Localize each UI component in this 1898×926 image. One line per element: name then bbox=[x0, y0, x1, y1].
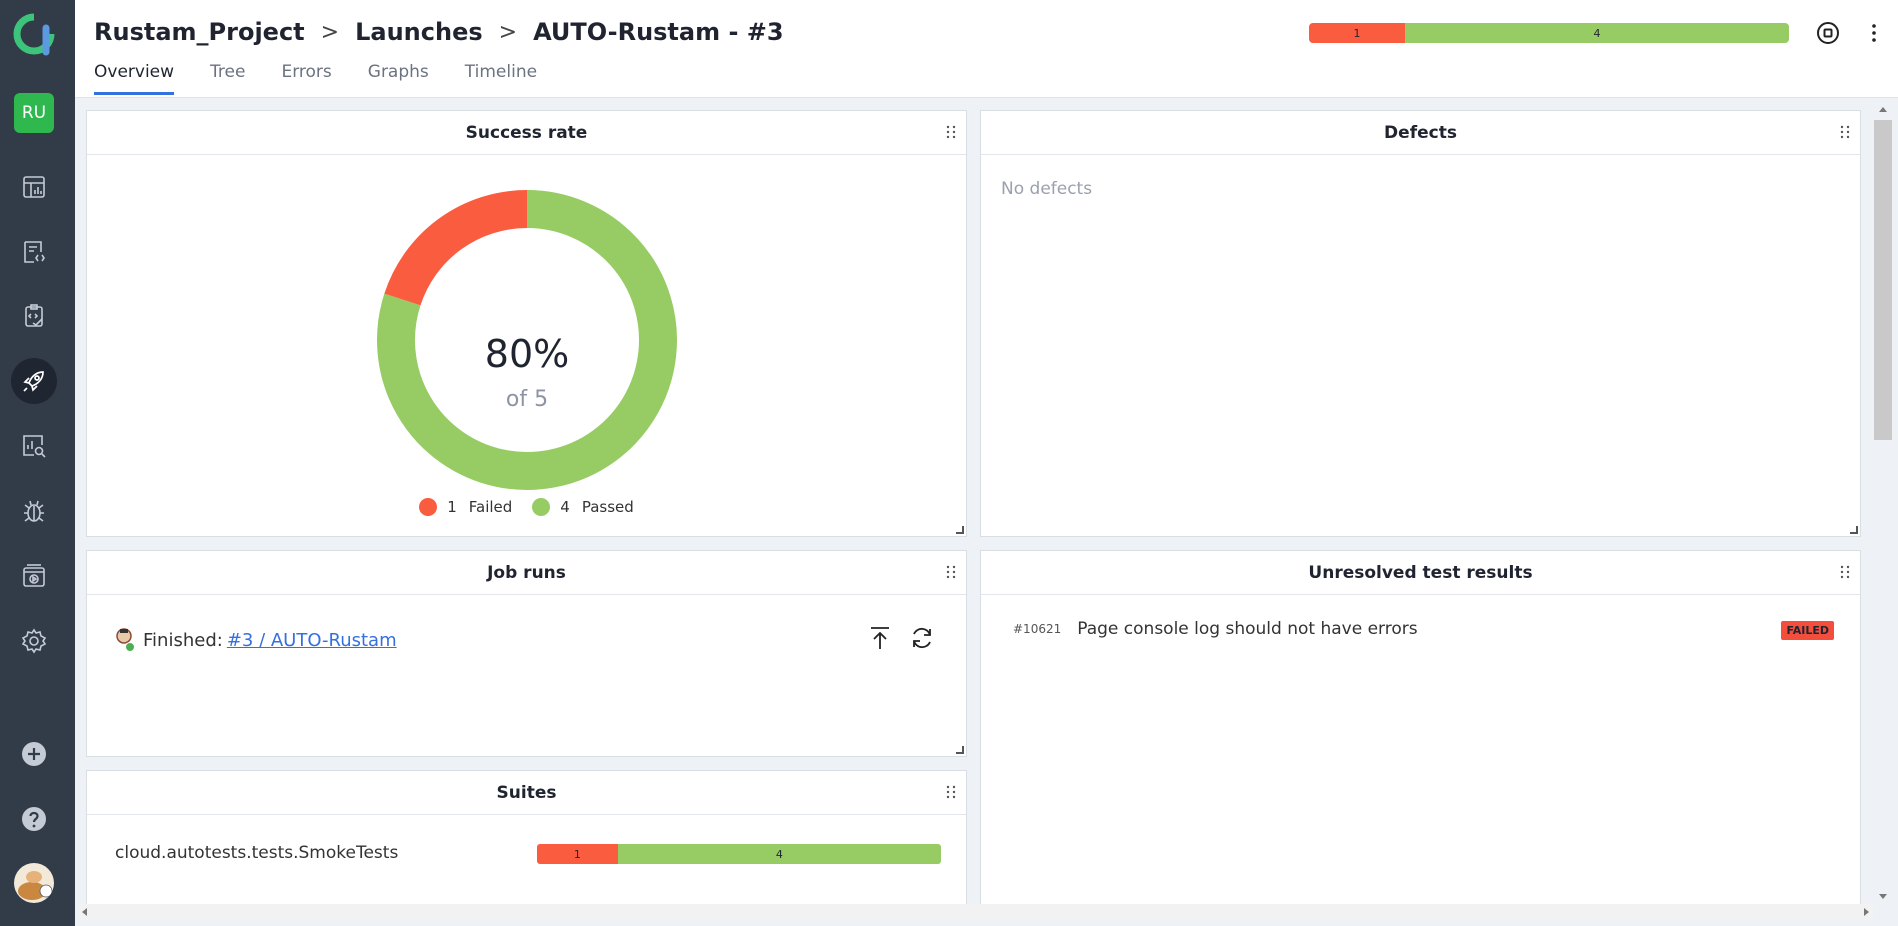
resize-handle[interactable] bbox=[1850, 526, 1858, 534]
widget-title: Unresolved test results bbox=[981, 551, 1860, 595]
widget-suites: Suites cloud.autotests.tests.SmokeTests … bbox=[86, 770, 967, 910]
status-badge: FAILED bbox=[1781, 621, 1834, 640]
nav-analytics[interactable] bbox=[11, 423, 57, 469]
widget-title-text: Unresolved test results bbox=[1308, 562, 1533, 583]
legend-item-failed[interactable]: 1 Failed bbox=[419, 498, 512, 516]
tab-graphs[interactable]: Graphs bbox=[368, 62, 429, 95]
breadcrumb-project[interactable]: Rustam_Project bbox=[94, 18, 305, 46]
nav-settings[interactable] bbox=[11, 618, 57, 664]
widget-title: Job runs bbox=[87, 551, 966, 595]
project-avatar[interactable]: RU bbox=[14, 93, 54, 133]
nav-dashboards[interactable] bbox=[11, 164, 57, 210]
no-defects-text: No defects bbox=[1001, 179, 1093, 199]
nav-test-cases[interactable] bbox=[11, 229, 57, 275]
jobs-icon bbox=[23, 564, 45, 587]
nav-launches[interactable] bbox=[11, 358, 57, 404]
test-cases-icon bbox=[24, 241, 45, 263]
drag-handle-icon[interactable] bbox=[946, 565, 956, 579]
scrollbar-thumb[interactable] bbox=[1874, 120, 1892, 440]
legend-label: Passed bbox=[581, 498, 634, 516]
allure-logo-icon[interactable] bbox=[12, 12, 56, 56]
donut-slice-failed[interactable] bbox=[384, 190, 528, 306]
drag-handle-icon[interactable] bbox=[1840, 125, 1850, 139]
user-avatar[interactable] bbox=[14, 863, 54, 903]
refresh-icon[interactable] bbox=[909, 625, 935, 651]
widget-title: Success rate bbox=[87, 111, 966, 155]
success-rate-total: of 5 bbox=[506, 387, 548, 412]
defects-icon bbox=[24, 500, 44, 522]
tab-bar: Overview Tree Errors Graphs Timeline bbox=[94, 62, 573, 95]
legend-label: Failed bbox=[468, 498, 513, 516]
nav-defects[interactable] bbox=[11, 488, 57, 534]
settings-icon bbox=[21, 628, 47, 654]
tab-errors[interactable]: Errors bbox=[281, 62, 331, 95]
widget-title-text: Defects bbox=[1384, 122, 1457, 143]
page-header: Rustam_Project > Launches > AUTO-Rustam … bbox=[75, 0, 1898, 98]
legend-item-passed[interactable]: 4 Passed bbox=[532, 498, 634, 516]
upload-icon[interactable] bbox=[867, 625, 893, 651]
drag-handle-icon[interactable] bbox=[946, 125, 956, 139]
job-run-status: Finished: bbox=[143, 629, 223, 651]
widget-title-text: Suites bbox=[496, 782, 557, 803]
tab-tree[interactable]: Tree bbox=[210, 62, 245, 95]
widget-defects: Defects No defects bbox=[980, 110, 1861, 537]
status-bar-failed: 1 bbox=[1309, 23, 1405, 43]
launches-icon bbox=[23, 371, 44, 392]
suite-status-bar[interactable]: 1 4 bbox=[537, 844, 941, 864]
breadcrumb: Rustam_Project > Launches > AUTO-Rustam … bbox=[94, 18, 784, 46]
suite-name[interactable]: cloud.autotests.tests.SmokeTests bbox=[115, 843, 398, 863]
dashboard-icon bbox=[23, 176, 45, 198]
launch-status-bar[interactable]: 1 4 bbox=[1309, 23, 1789, 43]
legend-count: 4 bbox=[560, 498, 570, 516]
widget-title-text: Job runs bbox=[487, 562, 566, 583]
hscroll-arrows-icon bbox=[82, 908, 1869, 916]
jenkins-icon bbox=[116, 628, 135, 652]
test-name: Page console log should not have errors bbox=[1077, 619, 1418, 639]
chart-legend: 1 Failed 4 Passed bbox=[87, 498, 966, 516]
job-run-link[interactable]: #3 / AUTO-Rustam bbox=[227, 630, 397, 651]
more-menu-button[interactable] bbox=[1861, 20, 1887, 46]
breadcrumb-separator: > bbox=[320, 19, 340, 45]
test-plans-icon bbox=[25, 304, 43, 327]
suite-bar-passed: 4 bbox=[617, 844, 941, 864]
success-rate-donut: 80% of 5 bbox=[377, 190, 677, 490]
nav-jobs[interactable] bbox=[11, 553, 57, 599]
job-run-row: Finished: #3 / AUTO-Rustam bbox=[115, 626, 397, 654]
breadcrumb-launches[interactable]: Launches bbox=[355, 18, 483, 46]
nav-help[interactable] bbox=[11, 796, 57, 842]
horizontal-scrollbar[interactable] bbox=[78, 904, 1873, 920]
more-vertical-icon bbox=[1872, 24, 1876, 42]
breadcrumb-launch: AUTO-Rustam - #3 bbox=[533, 18, 784, 46]
help-icon bbox=[22, 807, 46, 831]
plus-circle-icon bbox=[22, 742, 46, 766]
passed-dot-icon bbox=[532, 498, 551, 516]
legend-count: 1 bbox=[447, 498, 457, 516]
analytics-icon bbox=[23, 435, 46, 458]
suite-bar-failed: 1 bbox=[537, 844, 618, 864]
test-id: #10621 bbox=[1013, 622, 1062, 636]
widget-title: Defects bbox=[981, 111, 1860, 155]
resize-handle[interactable] bbox=[956, 526, 964, 534]
status-bar-passed: 4 bbox=[1405, 23, 1789, 43]
tab-timeline[interactable]: Timeline bbox=[465, 62, 537, 95]
nav-create[interactable] bbox=[11, 731, 57, 777]
widget-title-text: Success rate bbox=[465, 122, 588, 143]
widget-unresolved-results: Unresolved test results #10621 Page cons… bbox=[980, 550, 1861, 910]
tab-overview[interactable]: Overview bbox=[94, 62, 175, 95]
success-rate-percent: 80% bbox=[485, 332, 569, 376]
stop-circle-icon bbox=[1817, 22, 1839, 44]
user-avatar-image bbox=[18, 871, 53, 900]
widget-title: Suites bbox=[87, 771, 966, 815]
breadcrumb-separator: > bbox=[498, 19, 518, 45]
widget-success-rate: Success rate 80% of 5 1 Failed 4 Passed bbox=[86, 110, 967, 537]
drag-handle-icon[interactable] bbox=[946, 785, 956, 799]
failed-dot-icon bbox=[419, 498, 438, 516]
widget-job-runs: Job runs Finished: #3 / AUTO-Rustam bbox=[86, 550, 967, 757]
drag-handle-icon[interactable] bbox=[1840, 565, 1850, 579]
sidebar: RU bbox=[0, 0, 75, 926]
unresolved-test-row[interactable]: #10621 Page console log should not have … bbox=[1013, 619, 1418, 639]
resize-handle[interactable] bbox=[956, 746, 964, 754]
stop-launch-button[interactable] bbox=[1815, 20, 1841, 46]
nav-test-plans[interactable] bbox=[11, 293, 57, 339]
